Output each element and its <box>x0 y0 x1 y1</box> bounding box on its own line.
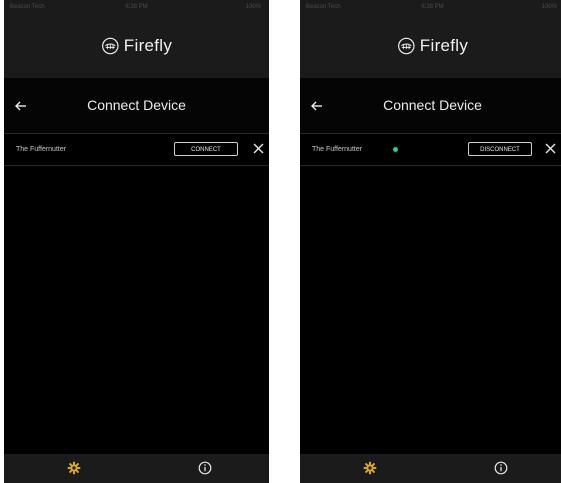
device-name: The Fuffernutter <box>312 146 363 153</box>
battery-label: 100% <box>245 4 261 10</box>
info-icon[interactable] <box>494 461 508 475</box>
page-title: Connect Device <box>87 97 186 113</box>
tab-bar <box>4 454 269 483</box>
device-name: The Fuffernutter <box>16 146 67 153</box>
device-row: The Fuffernutter DISCONNECT <box>300 134 561 166</box>
settings-gear-icon[interactable] <box>363 461 377 475</box>
battery-label: 100% <box>541 4 557 10</box>
app-header: Firefly <box>4 14 269 78</box>
settings-gear-icon[interactable] <box>67 461 81 475</box>
clock-label: 6:38 PM <box>125 4 148 10</box>
page-title: Connect Device <box>383 97 482 113</box>
info-icon[interactable] <box>198 461 212 475</box>
connect-button[interactable]: CONNECT <box>174 142 238 156</box>
phone-screen-connected: Beacon Tech 6:38 PM 100% Firefly Connect… <box>300 0 561 483</box>
device-row: The Fuffernutter CONNECT <box>4 134 269 166</box>
close-icon[interactable] <box>253 143 264 154</box>
phone-screen-disconnected: Beacon Tech 6:38 PM 100% Firefly Connect… <box>4 0 269 483</box>
tab-bar <box>300 454 561 483</box>
device-list-empty-area <box>4 166 269 454</box>
clock-label: 6:38 PM <box>421 4 444 10</box>
status-bar: Beacon Tech 6:38 PM 100% <box>300 0 561 14</box>
firefly-logo: Firefly <box>397 36 468 56</box>
close-icon[interactable] <box>545 143 556 154</box>
carrier-label: Beacon Tech <box>306 4 341 10</box>
carrier-label: Beacon Tech <box>10 4 45 10</box>
app-header: Firefly <box>300 14 561 78</box>
logo-text: Firefly <box>419 36 469 55</box>
nav-bar: Connect Device <box>4 78 269 134</box>
firefly-logo-icon <box>101 37 119 55</box>
disconnect-button[interactable]: DISCONNECT <box>468 142 532 156</box>
logo-text: Firefly <box>123 36 173 55</box>
connected-status-dot <box>393 147 398 152</box>
device-list-empty-area <box>300 166 561 454</box>
firefly-logo: Firefly <box>101 36 172 56</box>
nav-bar: Connect Device <box>300 78 561 134</box>
status-bar: Beacon Tech 6:38 PM 100% <box>4 0 269 14</box>
firefly-logo-icon <box>397 37 415 55</box>
